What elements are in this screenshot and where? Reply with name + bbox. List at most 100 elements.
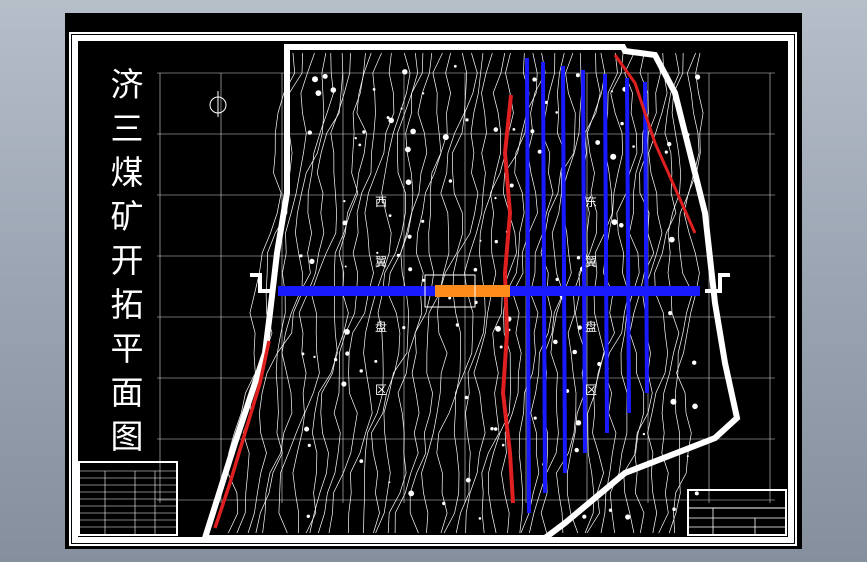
roadway-line [561, 65, 567, 474]
elevation-point [478, 517, 482, 520]
elevation-point [448, 179, 453, 183]
elevation-point [322, 73, 328, 79]
shaft-station [435, 285, 510, 297]
elevation-point [595, 140, 601, 145]
title-char: 济 [110, 65, 144, 104]
region-label: 盘 [585, 320, 598, 334]
elevation-point [333, 357, 338, 362]
elevation-point [533, 416, 537, 420]
elevation-point [372, 88, 376, 91]
elevation-point [354, 137, 357, 140]
region-label: 区 [375, 383, 388, 397]
title-char: 面 [110, 373, 144, 412]
elevation-point [408, 490, 415, 497]
title-char: 矿 [110, 197, 144, 236]
elevation-point [555, 277, 559, 282]
elevation-point [453, 64, 457, 68]
elevation-point [464, 395, 469, 400]
elevation-point [532, 77, 537, 82]
region-label: 盘 [375, 320, 388, 334]
elevation-point [610, 90, 614, 93]
elevation-point [668, 236, 675, 243]
cad-drawing-sheet[interactable]: 济三煤矿开拓平面图 西翼盘区 东翼盘区 [65, 13, 802, 549]
elevation-point [330, 87, 337, 93]
elevation-point [619, 223, 624, 228]
elevation-point [576, 256, 581, 260]
elevation-point [345, 351, 350, 356]
elevation-point [582, 514, 587, 519]
elevation-point [342, 220, 348, 226]
elevation-point [608, 508, 613, 512]
elevation-point [572, 349, 577, 355]
elevation-point [299, 254, 303, 258]
elevation-point [664, 150, 668, 154]
elevation-point [396, 253, 400, 257]
elevation-point [695, 74, 701, 80]
elevation-point [407, 234, 412, 239]
fault-line-center [500, 94, 515, 504]
elevation-point [402, 326, 406, 330]
elevation-point [410, 128, 416, 135]
elevation-point [555, 111, 558, 114]
elevation-point [388, 117, 395, 124]
elevation-point [494, 239, 498, 244]
title-char: 拓 [110, 285, 144, 324]
roadway-line [525, 57, 531, 514]
elevation-point [672, 507, 676, 512]
elevation-point [301, 352, 305, 356]
mine-development-plan [69, 32, 797, 546]
elevation-point [400, 107, 403, 110]
elevation-point [494, 197, 497, 200]
elevation-point [405, 146, 411, 153]
elevation-point [553, 339, 558, 345]
elevation-point [575, 420, 582, 426]
elevation-point [610, 153, 617, 160]
roadway-line [643, 81, 649, 394]
elevation-point [512, 128, 516, 131]
elevation-point [692, 403, 698, 410]
elevation-point [537, 149, 542, 154]
elevation-point [686, 455, 689, 458]
elevation-point [574, 447, 579, 453]
elevation-point [408, 267, 413, 272]
elevation-point [493, 127, 499, 132]
elevation-point [359, 369, 363, 373]
elevation-point [490, 427, 494, 431]
elevation-point [455, 323, 460, 327]
region-label: 东 [585, 195, 598, 209]
region-label: 区 [585, 383, 598, 397]
title-char: 平 [110, 329, 144, 368]
title-char: 煤 [110, 153, 144, 192]
elevation-point [344, 265, 347, 268]
elevation-point [577, 325, 582, 330]
elevation-point [307, 130, 312, 135]
elevation-point [625, 514, 631, 520]
elevation-point [374, 359, 378, 363]
title-block [687, 489, 787, 536]
elevation-point [307, 443, 311, 447]
elevation-point [442, 501, 446, 506]
roadway-line [541, 61, 547, 494]
elevation-point [359, 459, 364, 463]
elevation-point [479, 239, 482, 242]
elevation-point [422, 92, 425, 95]
elevation-point [670, 398, 677, 405]
elevation-point [632, 145, 635, 148]
elevation-point [341, 381, 347, 387]
elevation-point [501, 443, 505, 447]
elevation-point [304, 426, 310, 432]
elevation-point [312, 76, 318, 83]
elevation-point [315, 90, 322, 96]
elevation-point [421, 219, 425, 223]
title-char: 开 [110, 241, 144, 280]
elevation-point [642, 432, 646, 436]
elevation-point [473, 267, 478, 272]
elevation-point [692, 360, 697, 365]
elevation-point [499, 345, 503, 349]
title-char: 图 [110, 417, 144, 456]
elevation-point [694, 491, 699, 496]
elevation-point [530, 129, 535, 134]
elevation-point [343, 200, 346, 203]
elevation-point [597, 361, 602, 367]
elevation-point [668, 311, 673, 316]
